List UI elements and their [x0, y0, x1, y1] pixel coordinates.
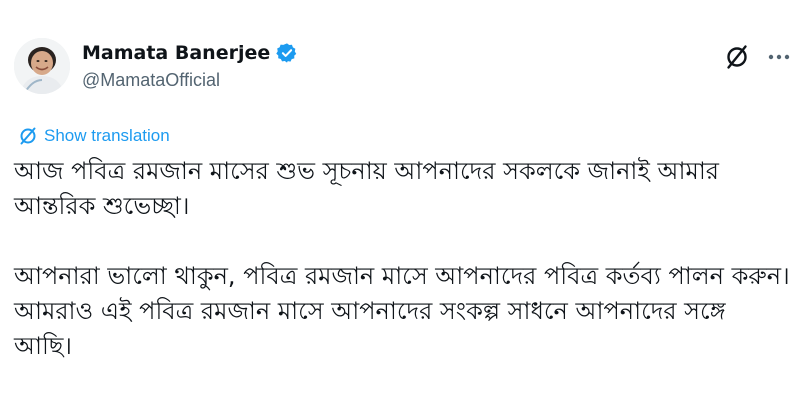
- more-options-icon[interactable]: [768, 44, 790, 70]
- avatar[interactable]: [14, 38, 70, 94]
- author-identity: Mamata Banerjee @MamataOfficial: [82, 40, 298, 91]
- tweet-paragraph-1: আজ পবিত্র রমজান মাসের শুভ সূচনায় আপনাদে…: [14, 157, 719, 220]
- translate-icon: [18, 126, 38, 146]
- tweet-card: Mamata Banerjee @MamataOfficial Show tra…: [0, 0, 810, 400]
- author-handle[interactable]: @MamataOfficial: [82, 70, 298, 91]
- author-name[interactable]: Mamata Banerjee: [82, 42, 270, 64]
- verified-badge-icon: [276, 42, 298, 64]
- show-translation-label: Show translation: [44, 126, 170, 145]
- tweet-text: আজ পবিত্র রমজান মাসের শুভ সূচনায় আপনাদে…: [14, 154, 790, 364]
- top-actions: [724, 44, 790, 70]
- tweet-header: Mamata Banerjee @MamataOfficial: [14, 38, 790, 102]
- name-row: Mamata Banerjee: [82, 40, 298, 66]
- show-translation-link[interactable]: Show translation: [18, 126, 170, 146]
- avatar-image: [14, 38, 70, 94]
- grok-icon[interactable]: [724, 44, 750, 70]
- tweet-paragraph-2: আপনারা ভালো থাকুন, পবিত্র রমজান মাসে আপন…: [14, 262, 790, 360]
